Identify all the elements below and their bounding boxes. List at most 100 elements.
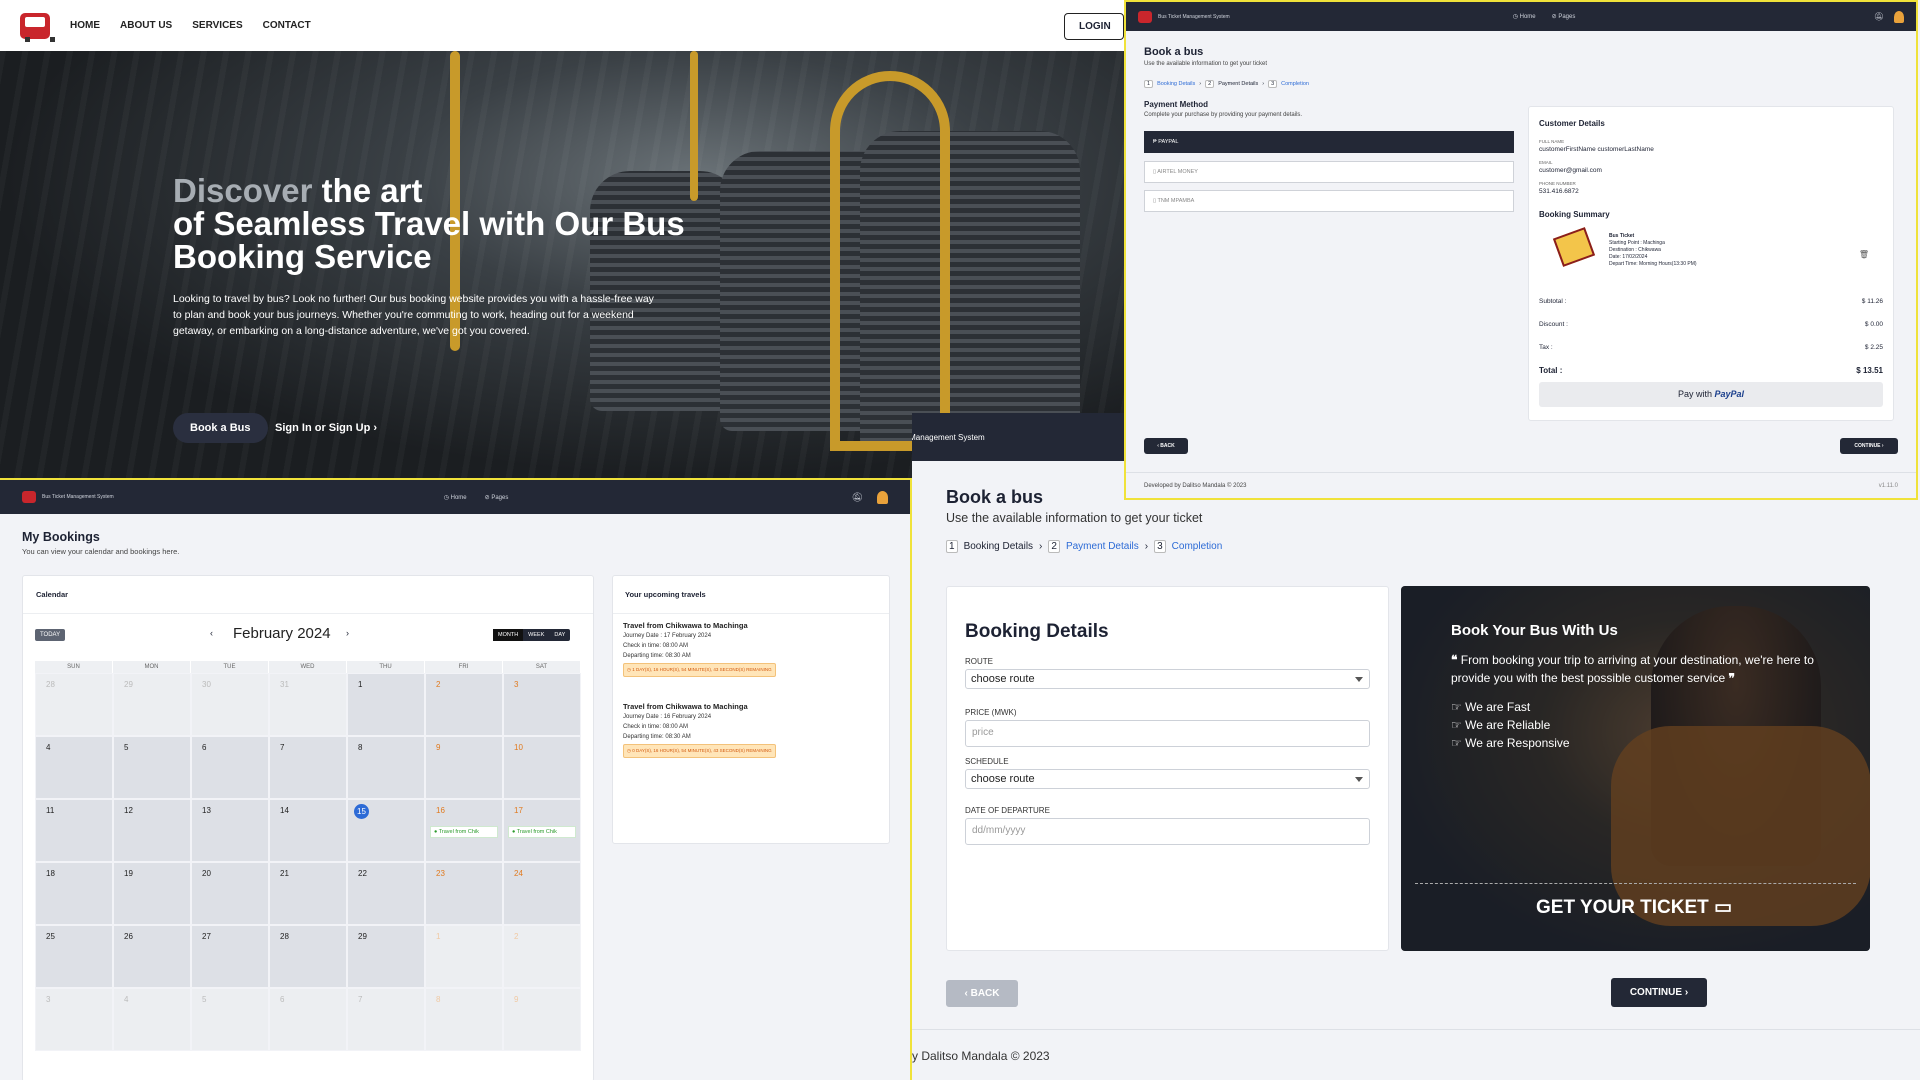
calendar-day[interactable]: 17 ● Travel from Chik xyxy=(503,799,581,862)
avatar[interactable] xyxy=(1894,10,1904,23)
schedule-select[interactable]: choose route xyxy=(965,769,1370,789)
calendar-day[interactable]: 8 xyxy=(425,988,503,1051)
nav-pages-link[interactable]: ⊘ Pages xyxy=(1552,13,1576,20)
today-button[interactable]: TODAY xyxy=(35,629,66,641)
date-input[interactable]: dd/mm/yyyy xyxy=(965,818,1370,845)
calendar-day[interactable]: 10 xyxy=(503,736,581,799)
calendar-day-today[interactable]: 15 xyxy=(347,799,425,862)
calendar-day[interactable]: 6 xyxy=(269,988,347,1051)
calendar-day[interactable]: 26 xyxy=(113,925,191,988)
nav-pages-link[interactable]: ⊘ Pages xyxy=(485,494,509,501)
tnm-mpamba-option[interactable]: ▯ TNM MPAMBA xyxy=(1144,190,1514,212)
nav-contact[interactable]: CONTACT xyxy=(263,20,311,31)
calendar-day[interactable]: 11 xyxy=(35,799,113,862)
calendar-day[interactable]: 31 xyxy=(269,673,347,736)
next-month-icon[interactable]: › xyxy=(346,628,349,638)
calendar-day[interactable]: 23 xyxy=(425,862,503,925)
dot-icon: ● xyxy=(512,829,516,835)
calendar-day[interactable]: 8 xyxy=(347,736,425,799)
calendar-day[interactable]: 5 xyxy=(191,988,269,1051)
calendar-day[interactable]: 3 xyxy=(503,673,581,736)
nav-home-link[interactable]: ◷ Home xyxy=(444,494,467,501)
step-payment-details[interactable]: Payment Details xyxy=(1218,81,1258,87)
avatar[interactable] xyxy=(877,490,888,504)
calendar-day[interactable]: 28 xyxy=(35,673,113,736)
calendar-day[interactable]: 29 xyxy=(347,925,425,988)
step-booking-details[interactable]: Booking Details xyxy=(1157,81,1195,87)
calendar-day[interactable]: 13 xyxy=(191,799,269,862)
breadcrumb-stepper: 1 Booking Details › 2 Payment Details › 3 Com… xyxy=(1144,80,1309,88)
view-week-button[interactable]: WEEK xyxy=(523,629,549,641)
step-booking-details[interactable]: Booking Details xyxy=(964,541,1033,552)
notification-off-icon[interactable]: 🔕︎ xyxy=(1874,12,1884,21)
calendar-day[interactable]: 16 ● Travel from Chik xyxy=(425,799,503,862)
view-month-button[interactable]: MONTH xyxy=(493,629,524,641)
notification-off-icon[interactable]: 🔕︎ xyxy=(852,492,863,503)
calendar-day[interactable]: 30 xyxy=(191,673,269,736)
travel-item[interactable]: Travel from Chikwawa to Machinga Journey… xyxy=(623,702,776,758)
calendar-day[interactable]: 2 xyxy=(425,673,503,736)
get-ticket-button[interactable]: GET YOUR TICKET ▭ xyxy=(1536,896,1732,919)
step-payment-details[interactable]: Payment Details xyxy=(1066,541,1139,552)
airtel-money-option[interactable]: ▯ AIRTEL MONEY xyxy=(1144,161,1514,183)
customer-title: Customer Details xyxy=(1539,119,1605,128)
promo-point-text: We are Reliable xyxy=(1465,718,1551,732)
calendar-day[interactable]: 1 xyxy=(347,673,425,736)
calendar-day[interactable]: 4 xyxy=(113,988,191,1051)
calendar-day[interactable]: 7 xyxy=(269,736,347,799)
continue-button[interactable]: CONTINUE › xyxy=(1840,438,1898,454)
route-select[interactable]: choose route xyxy=(965,669,1370,689)
book-a-bus-button[interactable]: Book a Bus xyxy=(173,413,268,443)
calendar-day[interactable]: 12 xyxy=(113,799,191,862)
calendar-day[interactable]: 27 xyxy=(191,925,269,988)
nav-about[interactable]: ABOUT US xyxy=(120,20,172,31)
upcoming-title: Your upcoming travels xyxy=(625,590,706,599)
calendar-day[interactable]: 7 xyxy=(347,988,425,1051)
calendar-day[interactable]: 22 xyxy=(347,862,425,925)
schedule-group: SCHEDULE choose route xyxy=(965,757,1370,789)
calendar-day[interactable]: 9 xyxy=(503,988,581,1051)
paypal-option[interactable]: ₱ PAYPAL xyxy=(1144,131,1514,153)
calendar-day[interactable]: 20 xyxy=(191,862,269,925)
continue-button[interactable]: CONTINUE › xyxy=(1611,978,1707,1007)
calendar-day[interactable]: 2 xyxy=(503,925,581,988)
calendar-event-label: Travel from Chik xyxy=(516,829,557,835)
back-button[interactable]: ‹ BACK xyxy=(1144,438,1188,454)
weekday-label: WED xyxy=(269,661,347,673)
nav-home[interactable]: HOME xyxy=(70,20,100,31)
prev-month-icon[interactable]: ‹ xyxy=(210,628,213,638)
footer-divider xyxy=(1126,472,1916,473)
calendar-day[interactable]: 29 xyxy=(113,673,191,736)
calendar-day[interactable]: 18 xyxy=(35,862,113,925)
calendar-day[interactable]: 28 xyxy=(269,925,347,988)
calendar-day[interactable]: 3 xyxy=(35,988,113,1051)
sign-in-link[interactable]: Sign In or Sign Up › xyxy=(275,422,377,434)
back-button[interactable]: ‹ BACK xyxy=(946,980,1018,1007)
login-button[interactable]: LOGIN xyxy=(1064,13,1124,40)
calendar-day[interactable]: 5 xyxy=(113,736,191,799)
calendar-day[interactable]: 25 xyxy=(35,925,113,988)
calendar-day[interactable]: 1 xyxy=(425,925,503,988)
calendar-event[interactable]: ● Travel from Chik xyxy=(430,826,498,838)
view-day-button[interactable]: DAY xyxy=(549,629,570,641)
calendar-day[interactable]: 6 xyxy=(191,736,269,799)
calendar-event[interactable]: ● Travel from Chik xyxy=(508,826,576,838)
hero-title: Discover the art of Seamless Travel with… xyxy=(173,174,733,273)
paypal-button[interactable]: Pay with PayPal xyxy=(1539,382,1883,407)
price-input[interactable]: price xyxy=(965,720,1370,747)
calendar-day[interactable]: 21 xyxy=(269,862,347,925)
calendar-day[interactable]: 24 xyxy=(503,862,581,925)
calendar-day[interactable]: 19 xyxy=(113,862,191,925)
calendar-day[interactable]: 14 xyxy=(269,799,347,862)
trash-icon[interactable]: 🗑︎ xyxy=(1859,250,1869,259)
nav-home-link[interactable]: ◷ Home xyxy=(1513,13,1536,20)
step-completion[interactable]: Completion xyxy=(1172,541,1223,552)
step-completion[interactable]: Completion xyxy=(1281,81,1309,87)
bus-logo-icon[interactable] xyxy=(20,12,55,42)
calendar-day[interactable]: 4 xyxy=(35,736,113,799)
nav-services[interactable]: SERVICES xyxy=(192,20,242,31)
footer-credit: Developed by Dalitso Mandala © 2023 xyxy=(1144,483,1247,489)
travel-item[interactable]: Travel from Chikwawa to Machinga Journey… xyxy=(623,621,776,677)
nav-home-label: Home xyxy=(450,494,467,501)
calendar-day[interactable]: 9 xyxy=(425,736,503,799)
